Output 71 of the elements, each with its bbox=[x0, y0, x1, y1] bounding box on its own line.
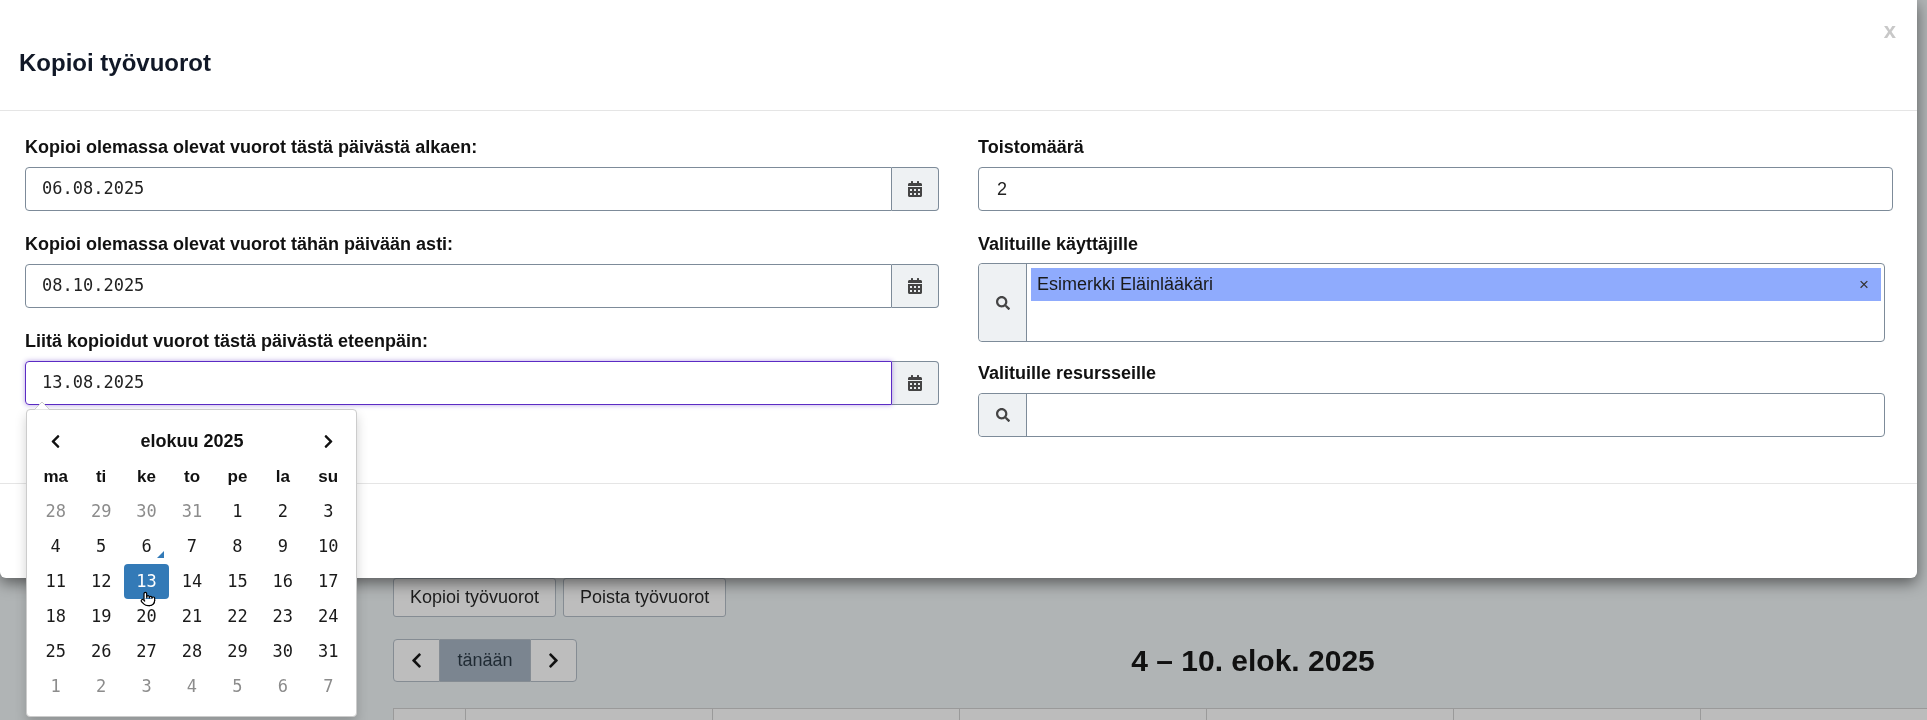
day-cell[interactable]: 9 bbox=[260, 529, 306, 564]
day-cell[interactable]: 5 bbox=[78, 529, 124, 564]
calendar-button[interactable] bbox=[892, 167, 939, 211]
month-title: elokuu 2025 bbox=[139, 429, 245, 453]
number-input[interactable]: 2 bbox=[978, 167, 1893, 211]
day-cell[interactable]: 16 bbox=[260, 564, 306, 599]
calendar-button[interactable] bbox=[892, 361, 939, 405]
weekday-label: ti bbox=[94, 465, 108, 488]
day-cell[interactable]: 3 bbox=[305, 494, 351, 529]
chevron-right-icon bbox=[322, 433, 335, 449]
modal-title: Kopioi työvuorot bbox=[19, 48, 211, 78]
day-cell[interactable]: 17 bbox=[305, 564, 351, 599]
day-cell[interactable]: 6 bbox=[123, 529, 170, 564]
previous-week-button[interactable] bbox=[393, 639, 440, 682]
day-cell[interactable]: 22 bbox=[214, 599, 261, 634]
day-cell[interactable]: 19 bbox=[78, 599, 124, 634]
day-cell[interactable]: 25 bbox=[33, 634, 79, 669]
day-cell[interactable]: 18 bbox=[33, 599, 79, 634]
day-cell[interactable]: 21 bbox=[169, 599, 215, 634]
field-label: Toistomäärä bbox=[978, 137, 1085, 157]
field-label: Valituille resursseille bbox=[978, 363, 1158, 383]
day-cell[interactable]: 8 bbox=[214, 529, 261, 564]
date-input[interactable]: 06.08.2025 bbox=[25, 167, 892, 211]
tag-remove-button[interactable]: × bbox=[1859, 276, 1869, 293]
tag-label: Esimerkki Eläinlääkäri bbox=[1037, 273, 1214, 296]
weekday-label: ma bbox=[42, 465, 69, 488]
weekday-label: to bbox=[182, 465, 201, 488]
calendar-icon bbox=[908, 278, 922, 294]
chevron-left-icon bbox=[410, 652, 423, 669]
day-cell[interactable]: 27 bbox=[123, 634, 170, 669]
day-cell[interactable]: 31 bbox=[305, 634, 351, 669]
day-cell[interactable]: 12 bbox=[78, 564, 124, 599]
search-icon bbox=[995, 408, 1010, 422]
date-range-title: 4 – 10. elok. 2025 bbox=[1131, 642, 1375, 679]
day-cell[interactable]: 28 bbox=[169, 634, 215, 669]
field-label: Kopioi olemassa olevat vuorot tähän päivään asti: bbox=[25, 234, 455, 254]
pointer-cursor-icon bbox=[139, 590, 156, 608]
day-cell[interactable]: 11 bbox=[33, 564, 79, 599]
day-cell[interactable]: 10 bbox=[305, 529, 351, 564]
day-cell[interactable]: 7 bbox=[169, 529, 215, 564]
calendar-icon bbox=[908, 375, 922, 391]
field-label: Kopioi olemassa olevat vuorot tästä päivästä alkaen: bbox=[25, 137, 479, 157]
search-icon bbox=[995, 295, 1010, 310]
day-cell[interactable]: 4 bbox=[33, 529, 79, 564]
field-label: Liitä kopioidut vuorot tästä päivästä eteenpäin: bbox=[25, 331, 430, 351]
toolbar-button[interactable]: Kopioi työvuorot bbox=[393, 578, 557, 617]
weekday-label: ke bbox=[136, 465, 157, 488]
calendar-icon bbox=[908, 181, 922, 197]
toolbar-button[interactable]: Poista työvuorot bbox=[563, 578, 727, 617]
day-cell[interactable]: 29 bbox=[214, 634, 261, 669]
calendar-button[interactable] bbox=[892, 264, 939, 308]
weekday-label: su bbox=[317, 465, 340, 488]
date-input[interactable]: 08.10.2025 bbox=[25, 264, 892, 308]
date-input[interactable]: 13.08.2025 bbox=[25, 361, 892, 405]
resource-select-field[interactable] bbox=[978, 393, 1885, 437]
day-cell[interactable]: 24 bbox=[305, 599, 351, 634]
day-cell[interactable]: 1 bbox=[214, 494, 261, 529]
day-cell[interactable]: 15 bbox=[214, 564, 261, 599]
chevron-left-icon bbox=[49, 433, 62, 449]
field-label: Valituille käyttäjille bbox=[978, 234, 1140, 254]
weekday-label: pe bbox=[226, 465, 249, 488]
chevron-right-icon bbox=[547, 652, 560, 669]
user-select-field[interactable]: Esimerkki Eläinlääkäri × bbox=[978, 263, 1885, 342]
weekday-label: la bbox=[274, 465, 291, 488]
day-cell[interactable]: 26 bbox=[78, 634, 124, 669]
day-cell[interactable]: 20 bbox=[123, 599, 170, 634]
day-cell[interactable]: 14 bbox=[169, 564, 215, 599]
day-cell[interactable]: 30 bbox=[260, 634, 306, 669]
next-week-button[interactable] bbox=[530, 639, 577, 682]
day-cell[interactable]: 2 bbox=[260, 494, 306, 529]
day-cell[interactable]: 23 bbox=[260, 599, 306, 634]
